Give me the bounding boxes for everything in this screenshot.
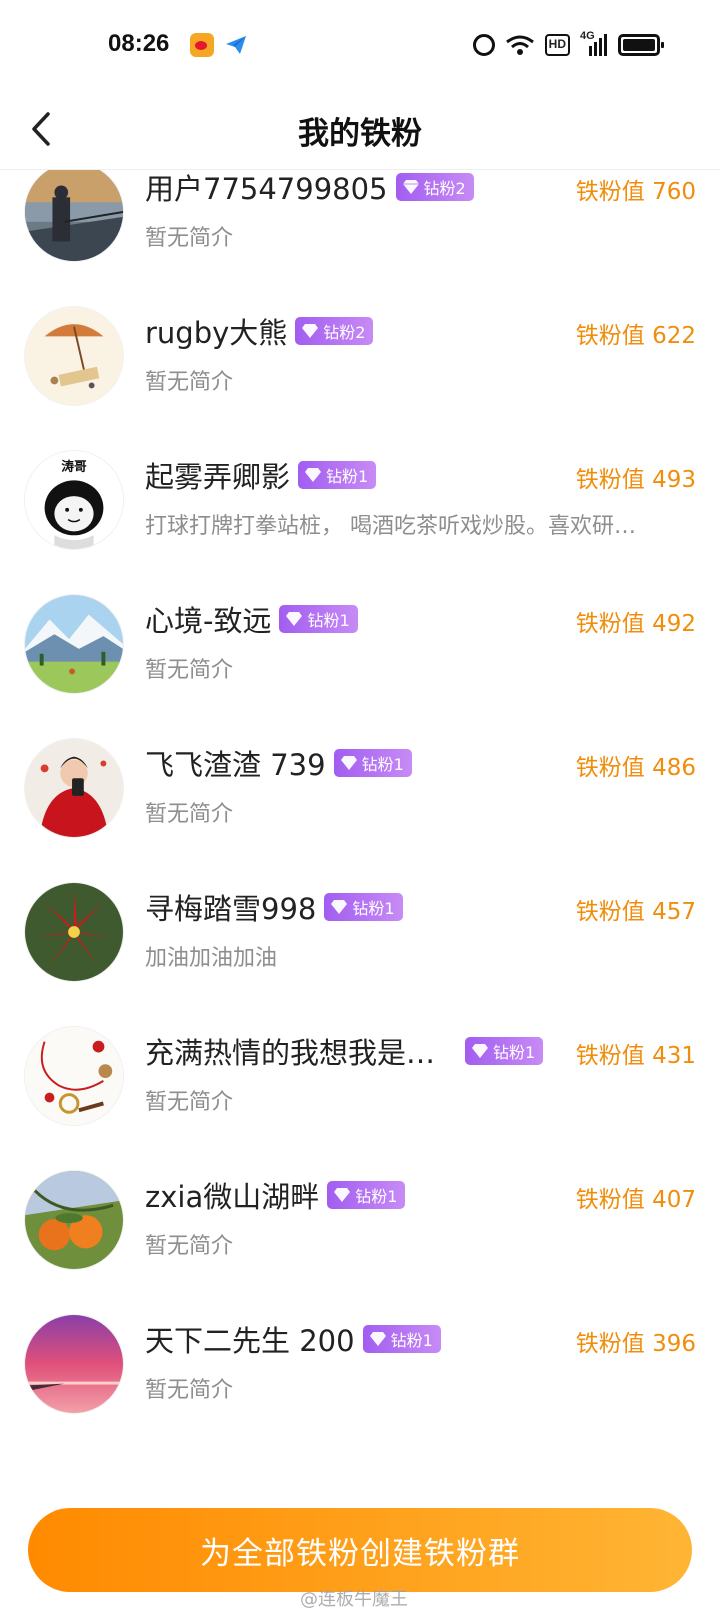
name-line: 飞飞渣渣 739 钻粉1 xyxy=(145,743,412,783)
diamond-icon xyxy=(340,756,357,770)
name-line: 用户7754799805 钻粉2 xyxy=(145,170,474,207)
badge-label: 钻粉2 xyxy=(423,179,466,198)
fan-row[interactable]: 飞飞渣渣 739 钻粉1 暂无简介 铁粉值 486 xyxy=(0,738,720,886)
fan-bio: 暂无简介 xyxy=(145,658,234,683)
battery-icon xyxy=(618,34,664,56)
avatar[interactable] xyxy=(24,594,124,694)
fan-score: 铁粉值 492 xyxy=(575,611,696,637)
wifi-icon xyxy=(505,34,535,56)
fan-name: 心境-致远 xyxy=(145,604,272,638)
fan-name: 天下二先生 200 xyxy=(145,1324,355,1358)
fan-name: 用户7754799805 xyxy=(145,172,388,206)
avatar[interactable] xyxy=(24,1314,124,1414)
fan-list[interactable]: 用户7754799805 钻粉2 暂无简介 铁粉值 760 rugby大熊 钻粉… xyxy=(0,170,720,1490)
fan-name: rugby大熊 xyxy=(145,316,288,350)
fan-row[interactable]: 心境-致远 钻粉1 暂无简介 铁粉值 492 xyxy=(0,594,720,742)
avatar[interactable] xyxy=(24,882,124,982)
fan-row[interactable]: 涛哥 起雾弄卿影 钻粉1 打球打牌打拳站桩， 喝酒吃茶听戏炒股。喜欢研… 铁粉值… xyxy=(0,450,720,598)
fan-score: 铁粉值 622 xyxy=(575,323,696,349)
fan-name: 起雾弄卿影 xyxy=(145,460,291,494)
diamond-icon xyxy=(472,1044,489,1058)
fan-badge: 钻粉1 xyxy=(333,749,412,777)
fan-row[interactable]: 用户7754799805 钻粉2 暂无简介 铁粉值 760 xyxy=(0,170,720,310)
fan-name: 充满热情的我想我是… xyxy=(145,1036,436,1070)
fan-bio: 暂无简介 xyxy=(145,1090,234,1115)
badge-label: 钻粉2 xyxy=(323,323,366,342)
fan-row[interactable]: 天下二先生 200 钻粉1 暂无简介 铁粉值 396 xyxy=(0,1314,720,1462)
diamond-icon xyxy=(402,180,419,194)
signal-icon: 4G xyxy=(580,30,608,56)
fan-badge: 钻粉1 xyxy=(298,461,377,489)
hd-icon: HD xyxy=(544,34,570,56)
fan-bio: 加油加油加油 xyxy=(145,946,278,971)
diamond-icon xyxy=(302,324,319,338)
fan-row[interactable]: rugby大熊 钻粉2 暂无简介 铁粉值 622 xyxy=(0,306,720,454)
badge-label: 钻粉1 xyxy=(361,755,404,774)
fan-name: zxia微山湖畔 xyxy=(145,1180,320,1214)
fan-bio: 暂无简介 xyxy=(145,226,234,251)
name-line: 心境-致远 钻粉1 xyxy=(145,599,358,639)
watermark: @连板牛魔王 xyxy=(300,1589,408,1610)
fan-bio: 暂无简介 xyxy=(145,1234,234,1259)
fan-score: 铁粉值 493 xyxy=(575,467,696,493)
diamond-icon xyxy=(305,468,322,482)
status-indicators: HD 4G xyxy=(472,30,664,58)
name-line: 天下二先生 200 钻粉1 xyxy=(145,1319,441,1359)
status-time: 08:26 xyxy=(108,30,170,57)
name-line: 寻梅踏雪998 钻粉1 xyxy=(145,887,403,927)
avatar[interactable] xyxy=(24,170,124,262)
fan-bio: 暂无简介 xyxy=(145,370,234,395)
status-bar: 08:26 HD 4G xyxy=(0,0,720,90)
badge-label: 钻粉1 xyxy=(355,1187,398,1206)
fan-badge: 钻粉2 xyxy=(295,317,374,345)
fan-bio: 暂无简介 xyxy=(145,802,234,827)
fan-badge: 钻粉1 xyxy=(362,1325,441,1353)
avatar[interactable] xyxy=(24,306,124,406)
badge-label: 钻粉1 xyxy=(493,1043,536,1062)
badge-label: 钻粉1 xyxy=(326,467,369,486)
fan-bio: 暂无简介 xyxy=(145,1378,234,1403)
fan-badge: 钻粉1 xyxy=(279,605,358,633)
name-line: rugby大熊 钻粉2 xyxy=(145,311,374,351)
fan-score: 铁粉值 457 xyxy=(575,899,696,925)
avatar[interactable]: 涛哥 xyxy=(24,450,124,550)
fan-name: 飞飞渣渣 739 xyxy=(145,748,326,782)
fan-badge: 钻粉1 xyxy=(465,1037,544,1065)
avatar[interactable] xyxy=(24,1026,124,1126)
fan-badge: 钻粉1 xyxy=(324,893,403,921)
diamond-icon xyxy=(334,1188,351,1202)
network-type: 4G xyxy=(580,30,595,42)
diamond-icon xyxy=(369,1332,386,1346)
name-line: 起雾弄卿影 钻粉1 xyxy=(145,455,377,495)
fan-score: 铁粉值 407 xyxy=(575,1187,696,1213)
page-title: 我的铁粉 xyxy=(298,116,422,152)
fan-score: 铁粉值 396 xyxy=(575,1331,696,1357)
badge-label: 钻粉1 xyxy=(307,611,350,630)
fan-row[interactable]: 寻梅踏雪998 钻粉1 加油加油加油 铁粉值 457 xyxy=(0,882,720,1030)
avatar[interactable] xyxy=(24,738,124,838)
avatar-caption: 涛哥 xyxy=(61,459,87,475)
fan-bio: 打球打牌打拳站桩， 喝酒吃茶听戏炒股。喜欢研… xyxy=(145,514,636,539)
badge-label: 钻粉1 xyxy=(352,899,395,918)
avatar[interactable] xyxy=(24,1170,124,1270)
fan-score: 铁粉值 760 xyxy=(575,179,696,205)
fan-row[interactable]: 充满热情的我想我是… 钻粉1 暂无简介 铁粉值 431 xyxy=(0,1026,720,1174)
send-notification-icon xyxy=(224,33,248,57)
weibo-notification-icon xyxy=(190,33,214,57)
create-fan-group-button[interactable]: 为全部铁粉创建铁粉群 xyxy=(28,1508,692,1592)
fan-badge: 钻粉1 xyxy=(327,1181,406,1209)
fan-name: 寻梅踏雪998 xyxy=(145,892,317,926)
fan-badge: 钻粉2 xyxy=(395,173,474,201)
fan-row[interactable]: zxia微山湖畔 钻粉1 暂无简介 铁粉值 407 xyxy=(0,1170,720,1318)
diamond-icon xyxy=(331,900,348,914)
diamond-icon xyxy=(286,612,303,626)
name-line: zxia微山湖畔 钻粉1 xyxy=(145,1175,406,1215)
nav-bar: 我的铁粉 xyxy=(0,90,720,170)
fan-score: 铁粉值 486 xyxy=(575,755,696,781)
badge-label: 钻粉1 xyxy=(390,1331,433,1350)
fan-score: 铁粉值 431 xyxy=(575,1043,696,1069)
alarm-icon xyxy=(472,34,495,56)
